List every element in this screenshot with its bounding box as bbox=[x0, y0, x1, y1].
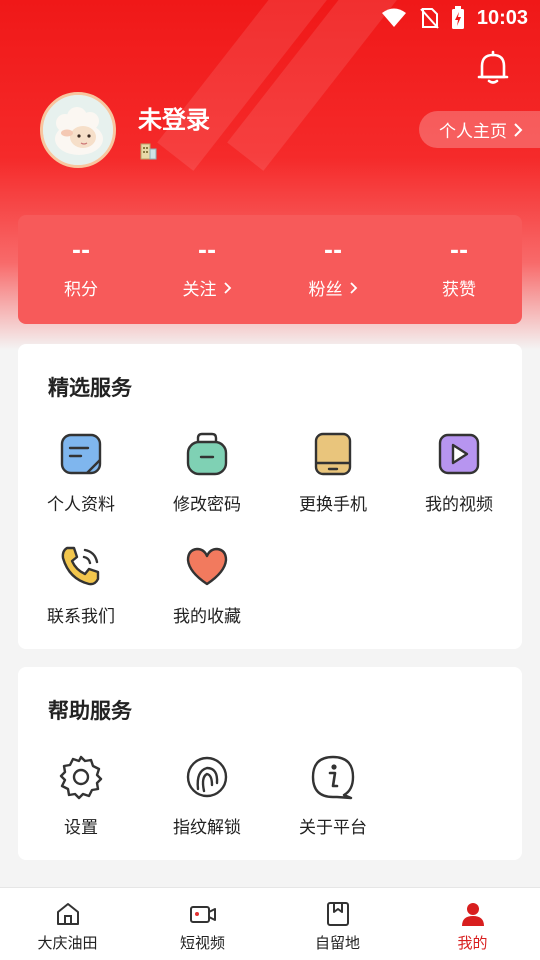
chevron-right-icon bbox=[349, 281, 357, 294]
service-label: 我的收藏 bbox=[173, 607, 241, 627]
bookmark-icon bbox=[326, 902, 349, 926]
section-title: 帮助服务 bbox=[48, 699, 132, 723]
service-label: 关于平台 bbox=[299, 818, 367, 838]
video-camera-icon bbox=[189, 906, 216, 923]
tab-mine[interactable]: 我的 bbox=[405, 888, 540, 960]
stat-likes[interactable]: -- 获赞 bbox=[396, 215, 522, 324]
service-label: 联系我们 bbox=[47, 607, 115, 627]
settings-gear-icon bbox=[59, 755, 103, 800]
chevron-right-icon bbox=[514, 122, 523, 137]
tab-label: 自留地 bbox=[314, 934, 360, 952]
info-icon bbox=[311, 755, 355, 800]
stat-followers[interactable]: -- 粉丝 bbox=[270, 215, 396, 324]
phone-icon bbox=[314, 432, 352, 476]
password-lock-icon bbox=[186, 432, 228, 476]
homepage-button[interactable]: 个人主页 bbox=[419, 111, 540, 148]
home-icon bbox=[56, 903, 79, 925]
service-label: 我的视频 bbox=[425, 495, 493, 515]
tab-label: 大庆油田 bbox=[37, 934, 98, 952]
featured-services-card: 精选服务 个人资料 修改密码 更换手机 我的视频 联系我们 我的收藏 bbox=[18, 344, 522, 649]
homepage-label: 个人主页 bbox=[439, 122, 507, 142]
service-profile[interactable]: 个人资料 bbox=[18, 430, 144, 515]
wifi-icon bbox=[381, 8, 406, 27]
building-icon bbox=[140, 143, 157, 160]
service-label: 更换手机 bbox=[299, 495, 367, 515]
service-my-favorites[interactable]: 我的收藏 bbox=[144, 542, 270, 627]
phone-call-icon bbox=[61, 546, 100, 586]
stat-label: 积分 bbox=[64, 280, 98, 300]
service-settings[interactable]: 设置 bbox=[18, 753, 144, 838]
help-services-card: 帮助服务 设置 指纹解锁 关于平台 bbox=[18, 667, 522, 860]
stat-label: 关注 bbox=[182, 280, 217, 300]
heart-icon bbox=[186, 547, 228, 586]
stat-label: 获赞 bbox=[442, 280, 476, 300]
section-title: 精选服务 bbox=[48, 376, 132, 400]
tab-label: 我的 bbox=[457, 934, 488, 952]
service-contact-us[interactable]: 联系我们 bbox=[18, 542, 144, 627]
sheep-avatar-icon bbox=[43, 95, 113, 165]
stat-value: -- bbox=[197, 239, 217, 264]
battery-charging-icon bbox=[451, 6, 464, 29]
status-time: 10:03 bbox=[476, 6, 528, 29]
avatar[interactable] bbox=[40, 92, 116, 168]
user-icon bbox=[461, 903, 484, 926]
service-fingerprint-unlock[interactable]: 指纹解锁 bbox=[144, 753, 270, 838]
stat-points[interactable]: -- 积分 bbox=[18, 215, 144, 324]
service-about-platform[interactable]: 关于平台 bbox=[270, 753, 396, 838]
service-change-password[interactable]: 修改密码 bbox=[144, 430, 270, 515]
no-sim-icon bbox=[420, 8, 439, 29]
fingerprint-icon bbox=[186, 756, 228, 798]
stat-value: -- bbox=[449, 239, 469, 264]
bell-icon[interactable] bbox=[476, 50, 510, 86]
stat-value: -- bbox=[323, 239, 343, 264]
stat-label: 粉丝 bbox=[308, 280, 343, 300]
tab-plot[interactable]: 自留地 bbox=[270, 888, 405, 960]
service-label: 修改密码 bbox=[173, 495, 241, 515]
stat-value: -- bbox=[71, 239, 91, 264]
service-label: 指纹解锁 bbox=[173, 818, 241, 838]
video-play-icon bbox=[438, 433, 480, 475]
status-bar: 10:03 bbox=[0, 0, 540, 36]
stats-panel: -- 积分 -- 关注 -- 粉丝 -- 获赞 bbox=[18, 215, 522, 324]
tab-short-video[interactable]: 短视频 bbox=[135, 888, 270, 960]
chevron-right-icon bbox=[223, 281, 231, 294]
username[interactable]: 未登录 bbox=[138, 100, 210, 135]
service-label: 设置 bbox=[64, 818, 98, 838]
service-label: 个人资料 bbox=[47, 495, 115, 515]
stat-following[interactable]: -- 关注 bbox=[144, 215, 270, 324]
tab-home[interactable]: 大庆油田 bbox=[0, 888, 135, 960]
tab-label: 短视频 bbox=[179, 934, 225, 952]
profile-card-icon bbox=[60, 433, 102, 475]
service-my-videos[interactable]: 我的视频 bbox=[396, 430, 522, 515]
bottom-tab-bar: 大庆油田 短视频 自留地 我的 bbox=[0, 887, 540, 960]
service-change-phone[interactable]: 更换手机 bbox=[270, 430, 396, 515]
